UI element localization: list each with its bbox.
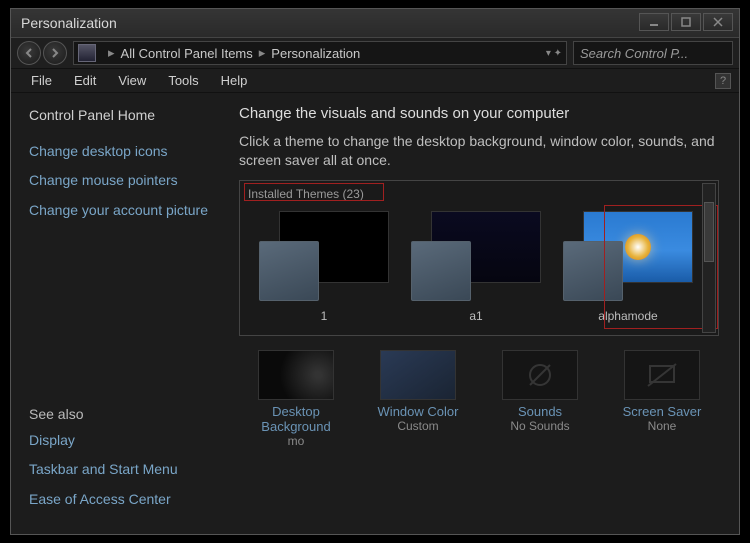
nav-arrow-group	[17, 41, 67, 65]
sidebar-link-account-picture[interactable]: Change your account picture	[29, 202, 211, 220]
window-color-icon	[380, 350, 456, 400]
window-title: Personalization	[21, 15, 117, 31]
address-bar[interactable]: ▸ All Control Panel Items ▸ Personalizat…	[73, 41, 567, 65]
body-area: Control Panel Home Change desktop icons …	[11, 93, 739, 534]
control-panel-icon	[78, 44, 96, 62]
themes-panel: Installed Themes (23) 1	[239, 180, 719, 336]
link-label: Sounds	[483, 404, 597, 419]
bottom-links: Desktop Background mo Window Color Custo…	[239, 350, 719, 448]
menu-help[interactable]: Help	[211, 71, 258, 90]
theme-label: 1	[254, 309, 394, 323]
titlebar: Personalization	[11, 9, 739, 37]
link-sub: No Sounds	[483, 419, 597, 433]
help-icon[interactable]: ?	[715, 73, 731, 89]
annotation-box	[604, 205, 718, 329]
chevron-right-icon: ▸	[108, 45, 115, 61]
menu-view[interactable]: View	[108, 71, 156, 90]
scrollbar-thumb[interactable]	[704, 202, 714, 262]
annotation-box	[244, 183, 384, 201]
sidebar-seealso-ease-of-access[interactable]: Ease of Access Center	[29, 491, 211, 509]
sidebar-home[interactable]: Control Panel Home	[29, 107, 211, 125]
link-sounds[interactable]: Sounds No Sounds	[483, 350, 597, 448]
forward-button[interactable]	[43, 41, 67, 65]
sounds-icon	[502, 350, 578, 400]
theme-label: a1	[406, 309, 546, 323]
personalization-window: Personalization ▸ All Control P	[10, 8, 740, 535]
link-label: Window Color	[361, 404, 475, 419]
sidebar-link-mouse-pointers[interactable]: Change mouse pointers	[29, 172, 211, 190]
theme-thumbnail	[259, 211, 389, 303]
back-button[interactable]	[17, 41, 41, 65]
minimize-button[interactable]	[639, 13, 669, 31]
close-icon	[713, 17, 723, 27]
link-screen-saver[interactable]: Screen Saver None	[605, 350, 719, 448]
maximize-icon	[681, 17, 691, 27]
sidebar-link-desktop-icons[interactable]: Change desktop icons	[29, 143, 211, 161]
menu-edit[interactable]: Edit	[64, 71, 106, 90]
vertical-scrollbar[interactable]	[702, 183, 716, 333]
breadcrumb-level2[interactable]: Personalization	[271, 46, 360, 61]
menu-file[interactable]: File	[21, 71, 62, 90]
menu-tools[interactable]: Tools	[158, 71, 208, 90]
chevron-right-icon: ▸	[259, 45, 266, 61]
theme-item-1[interactable]: 1	[254, 211, 394, 323]
page-description: Click a theme to change the desktop back…	[239, 132, 729, 170]
desktop-background-icon	[258, 350, 334, 400]
minimize-icon	[649, 17, 659, 27]
link-sub: mo	[239, 434, 353, 448]
theme-item-a1[interactable]: a1	[406, 211, 546, 323]
navigation-bar: ▸ All Control Panel Items ▸ Personalizat…	[11, 37, 739, 69]
main-content: Change the visuals and sounds on your co…	[221, 93, 739, 534]
address-dropdown-icon[interactable]: ▾ ✦	[546, 48, 562, 59]
link-sub: None	[605, 419, 719, 433]
breadcrumb-level1[interactable]: All Control Panel Items	[121, 46, 253, 61]
page-title: Change the visuals and sounds on your co…	[239, 105, 729, 122]
search-placeholder: Search Control P...	[580, 46, 688, 61]
link-window-color[interactable]: Window Color Custom	[361, 350, 475, 448]
close-button[interactable]	[703, 13, 733, 31]
theme-thumbnail	[411, 211, 541, 303]
sidebar: Control Panel Home Change desktop icons …	[11, 93, 221, 534]
sidebar-seealso-taskbar[interactable]: Taskbar and Start Menu	[29, 461, 211, 479]
search-input[interactable]: Search Control P...	[573, 41, 733, 65]
menu-bar: File Edit View Tools Help ?	[11, 69, 739, 93]
link-label: Screen Saver	[605, 404, 719, 419]
screen-saver-icon	[624, 350, 700, 400]
back-icon	[24, 48, 34, 58]
maximize-button[interactable]	[671, 13, 701, 31]
link-label: Desktop Background	[239, 404, 353, 434]
sidebar-seealso-label: See also	[29, 406, 211, 422]
link-desktop-background[interactable]: Desktop Background mo	[239, 350, 353, 448]
sidebar-seealso-display[interactable]: Display	[29, 432, 211, 450]
forward-icon	[50, 48, 60, 58]
window-controls	[639, 13, 733, 31]
link-sub: Custom	[361, 419, 475, 433]
